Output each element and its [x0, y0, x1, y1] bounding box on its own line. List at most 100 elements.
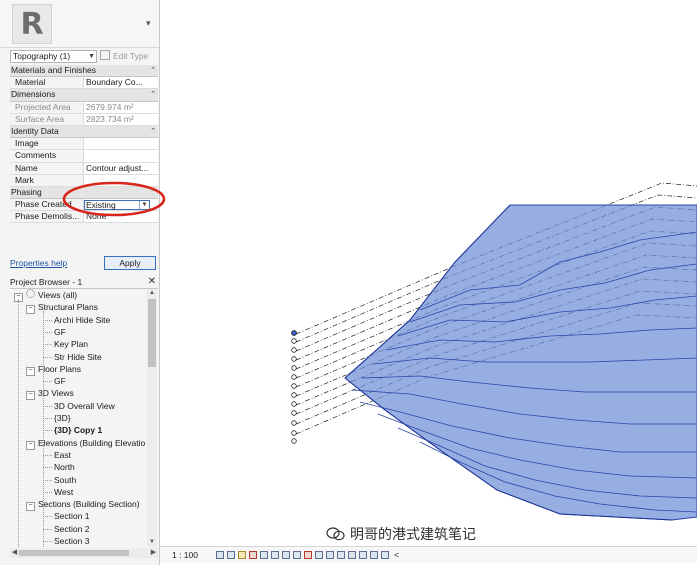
collapse-icon[interactable]: ⌃: [148, 65, 158, 76]
collapse-icon[interactable]: ⌃: [148, 126, 158, 137]
workset-icon[interactable]: [359, 551, 367, 559]
property-name: Surface Area: [10, 113, 84, 125]
sun-path-icon[interactable]: [238, 551, 246, 559]
tree-item[interactable]: Key Plan: [54, 338, 88, 350]
collapse-toggle-icon[interactable]: −: [26, 366, 35, 376]
tree-connector: [43, 319, 52, 321]
tree-item[interactable]: 3D Overall View: [54, 400, 115, 412]
tree-item[interactable]: − Views (all): [14, 289, 77, 302]
collapse-toggle-icon[interactable]: −: [26, 502, 35, 512]
property-value[interactable]: None: [84, 211, 158, 223]
view-scale[interactable]: 1 : 100: [172, 547, 198, 563]
design-options-icon[interactable]: [370, 551, 378, 559]
tree-item[interactable]: West: [54, 486, 73, 498]
tree-item[interactable]: North: [54, 461, 75, 473]
grip-markers: [291, 330, 297, 444]
tree-item[interactable]: Archi Hide Site: [54, 314, 110, 326]
tree-item[interactable]: GF: [54, 326, 66, 338]
type-selector-value: Topography (1): [13, 51, 71, 61]
collapse-toggle-icon[interactable]: −: [26, 391, 35, 401]
horizontal-scrollbar[interactable]: ◀ ▶: [10, 548, 158, 558]
apply-button[interactable]: Apply: [104, 256, 156, 270]
tree-connector: [43, 528, 52, 530]
tree-connector: [43, 331, 52, 333]
tree-item[interactable]: Section 3: [54, 535, 89, 547]
tree-item-label: Archi Hide Site: [54, 314, 111, 325]
chevron-left-icon[interactable]: <: [394, 551, 399, 560]
scroll-down-icon[interactable]: ▼: [147, 538, 157, 547]
tree-item[interactable]: Section 2: [54, 523, 89, 535]
topography-model-view[interactable]: [160, 0, 697, 546]
category-header[interactable]: Phasing ⌃: [10, 186, 158, 200]
shadows-icon[interactable]: [249, 551, 257, 559]
tree-item[interactable]: {3D} Copy 1: [54, 424, 102, 436]
collapse-icon[interactable]: ⌃: [148, 89, 158, 100]
phase-created-dropdown[interactable]: Existing ▼: [84, 200, 150, 211]
show-crop-region-icon[interactable]: [282, 551, 290, 559]
scroll-right-icon[interactable]: ▶: [149, 548, 158, 558]
tree-item[interactable]: {3D}: [54, 412, 71, 424]
tree-item[interactable]: South: [54, 474, 76, 486]
tree-item[interactable]: − Floor Plans: [26, 363, 81, 376]
show-constraints-icon[interactable]: [348, 551, 356, 559]
category-header[interactable]: Dimensions ⌃: [10, 89, 158, 102]
property-name: Comments: [10, 150, 84, 162]
category-header[interactable]: Identity Data ⌃: [10, 125, 158, 139]
selection-filter-icon[interactable]: [381, 551, 389, 559]
detail-level-icon[interactable]: [216, 551, 224, 559]
revit-logo: R: [12, 4, 52, 44]
type-selector-dropdown[interactable]: Topography (1) ▼: [10, 50, 97, 63]
tree-item[interactable]: Section 1: [54, 510, 89, 522]
tree-item-label: {3D}: [54, 413, 71, 423]
tree-connector: [43, 381, 52, 383]
vertical-scrollbar[interactable]: ▲ ▼: [147, 289, 157, 547]
chevron-down-icon[interactable]: ▼: [139, 201, 149, 210]
tree-item[interactable]: GF: [54, 375, 66, 387]
tree-item-label: North: [54, 462, 75, 473]
edit-type-button[interactable]: Edit Type: [100, 50, 148, 63]
tree-item[interactable]: East: [54, 449, 71, 461]
render-dialog-icon[interactable]: [260, 551, 268, 559]
property-value[interactable]: Contour adjust...: [84, 162, 158, 174]
property-name: Projected Area: [10, 101, 84, 113]
3d-view-canvas[interactable]: 1 : 100 <: [160, 0, 697, 565]
category-header[interactable]: Materials and Finishes ⌃: [10, 65, 158, 78]
highlight-displacement-icon[interactable]: [337, 551, 345, 559]
visual-style-icon[interactable]: [227, 551, 235, 559]
scroll-left-icon[interactable]: ◀: [10, 548, 19, 558]
property-value[interactable]: [84, 138, 158, 150]
scroll-thumb[interactable]: [148, 299, 156, 367]
chevron-down-icon[interactable]: ▾: [146, 18, 156, 28]
lock-view-icon[interactable]: [293, 551, 301, 559]
tree-item[interactable]: − Structural Plans: [26, 301, 98, 315]
toposurface[interactable]: [344, 204, 697, 521]
phase-created-value: Existing: [86, 200, 116, 211]
tree-item[interactable]: −3D Views: [26, 387, 74, 401]
property-value[interactable]: [84, 150, 158, 162]
tree-item[interactable]: Str Hide Site: [54, 351, 102, 363]
property-value[interactable]: Boundary Co...: [84, 77, 158, 89]
properties-help-link[interactable]: Properties help: [10, 258, 67, 268]
tree-connector: [43, 405, 52, 407]
property-row: Projected Area 2679.974 m²: [10, 101, 158, 114]
property-row: Phase Demolis... None: [10, 211, 158, 224]
temporary-hide-icon[interactable]: [304, 551, 312, 559]
close-icon[interactable]: ✕: [148, 276, 156, 287]
property-row: Material Boundary Co...: [10, 77, 158, 90]
reveal-hidden-icon[interactable]: [315, 551, 323, 559]
crop-view-icon[interactable]: [271, 551, 279, 559]
scroll-thumb[interactable]: [19, 550, 129, 556]
collapse-icon[interactable]: ⌃: [148, 187, 158, 198]
collapse-toggle-icon[interactable]: −: [26, 305, 35, 315]
analysis-display-icon[interactable]: [326, 551, 334, 559]
tree-item-label: Key Plan: [54, 339, 89, 350]
tree-connector: [43, 454, 52, 456]
tree-connector: [43, 467, 52, 469]
property-value[interactable]: Existing ▼: [84, 199, 158, 211]
collapse-toggle-icon[interactable]: −: [26, 440, 35, 450]
property-row: Mark: [10, 174, 158, 187]
scroll-up-icon[interactable]: ▲: [147, 289, 157, 298]
tree-item-label: Elevations (Building Elevatio: [38, 437, 146, 448]
type-preview-area: R ▾: [0, 0, 159, 48]
property-value[interactable]: [84, 174, 158, 186]
